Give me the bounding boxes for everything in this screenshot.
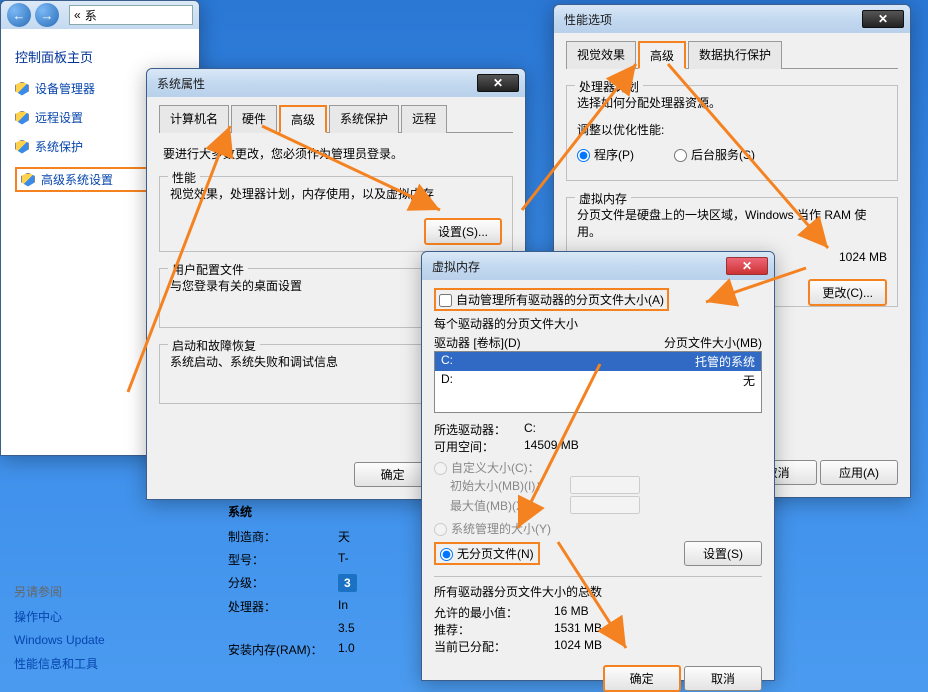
radio-background[interactable]: 后台服务(S)	[674, 146, 755, 163]
avail-label: 可用空间：	[434, 438, 524, 455]
tab-protection[interactable]: 系统保护	[329, 105, 399, 133]
breadcrumb-text: 系	[85, 7, 97, 24]
perfopt-title: 性能选项	[564, 11, 862, 28]
sysinfo-model: T-	[338, 551, 418, 568]
shield-icon	[21, 173, 35, 187]
perfopt-tabs: 视觉效果 高级 数据执行保护	[566, 41, 898, 69]
sysinfo-cpu-label: 处理器：	[228, 598, 338, 615]
sysinfo-ram: 1.0	[338, 641, 418, 658]
perf-desc: 视觉效果，处理器计划，内存使用，以及虚拟内存	[170, 185, 502, 202]
admin-note: 要进行大多数更改，您必须作为管理员登录。	[163, 145, 509, 162]
vmdlg-title: 虚拟内存	[432, 258, 726, 275]
tab-advanced[interactable]: 高级	[638, 41, 686, 69]
sysinfo-rating-label: 分级：	[228, 574, 338, 592]
radio-no-page-file[interactable]: 无分页文件(N)	[434, 542, 540, 565]
sysinfo-manufacturer-label: 制造商：	[228, 528, 338, 545]
radio-programs[interactable]: 程序(P)	[577, 146, 634, 163]
cp-seealso: 另请参阅 操作中心 Windows Update 性能信息和工具	[14, 583, 105, 680]
breadcrumb-bar[interactable]: « 系	[69, 5, 193, 25]
selected-drive-label: 所选驱动器：	[434, 421, 524, 438]
sysinfo-rating: 3	[338, 574, 357, 592]
seealso-action-center[interactable]: 操作中心	[14, 608, 105, 625]
totals-heading: 所有驱动器分页文件大小的总数	[434, 583, 762, 600]
virtual-memory-dialog: 虚拟内存 ✕ 自动管理所有驱动器的分页文件大小(A) 每个驱动器的分页文件大小 …	[421, 251, 775, 681]
shield-icon	[15, 111, 29, 125]
pagesize-column-label: 分页文件大小(MB)	[664, 334, 762, 351]
radio-custom-size[interactable]: 自定义大小(C)：	[434, 459, 762, 476]
init-size-input[interactable]	[570, 476, 640, 494]
back-button[interactable]: ←	[7, 3, 31, 27]
tab-remote[interactable]: 远程	[401, 105, 447, 133]
max-size-input[interactable]	[570, 496, 640, 514]
cp-heading: 控制面板主页	[15, 47, 185, 66]
avail-value: 14509 MB	[524, 438, 579, 455]
close-button[interactable]: ✕	[726, 257, 768, 275]
rec-value: 1531 MB	[554, 621, 602, 638]
vmdlg-cancel-button[interactable]: 取消	[684, 666, 762, 691]
tab-visual-effects[interactable]: 视觉效果	[566, 41, 636, 69]
perfopt-titlebar[interactable]: 性能选项 ✕	[554, 5, 910, 33]
vmem-total-value: 1024 MB	[839, 250, 887, 267]
seealso-perf-info[interactable]: 性能信息和工具	[14, 655, 105, 672]
sched-desc: 选择如何分配处理器资源。	[577, 94, 887, 111]
breadcrumb-chevron-icon: «	[74, 8, 81, 22]
close-button[interactable]: ✕	[862, 10, 904, 28]
sysinfo-heading: 系统	[228, 503, 418, 520]
vmem-change-button[interactable]: 更改(C)...	[808, 279, 887, 306]
sysinfo-model-label: 型号：	[228, 551, 338, 568]
tab-dep[interactable]: 数据执行保护	[688, 41, 782, 69]
system-info-panel: 系统 制造商：天 型号：T- 分级：3 处理器：In 3.5 安装内存(RAM)…	[228, 503, 418, 664]
perf-settings-button[interactable]: 设置(S)...	[424, 218, 502, 245]
sysinfo-ram-label: 安装内存(RAM)：	[228, 641, 338, 658]
sysinfo-manufacturer: 天	[338, 528, 418, 545]
sysprops-title: 系统属性	[157, 75, 477, 92]
vmem-title: 虚拟内存	[575, 190, 631, 207]
auto-manage-checkbox[interactable]: 自动管理所有驱动器的分页文件大小(A)	[434, 288, 669, 311]
each-drive-label: 每个驱动器的分页文件大小	[434, 315, 762, 332]
sysprops-ok-button[interactable]: 确定	[354, 462, 432, 487]
sysprops-titlebar[interactable]: 系统属性 ✕	[147, 69, 525, 97]
close-button[interactable]: ✕	[477, 74, 519, 92]
sysprops-tabs: 计算机名 硬件 高级 系统保护 远程	[159, 105, 513, 133]
cp-nav-bar: ← → « 系	[1, 1, 199, 29]
drive-row-d[interactable]: D:无	[435, 371, 761, 390]
min-value: 16 MB	[554, 604, 589, 621]
selected-drive: C:	[524, 421, 536, 438]
radio-system-managed[interactable]: 系统管理的大小(Y)	[434, 520, 762, 537]
perf-group-title: 性能	[168, 169, 200, 186]
shield-icon	[15, 82, 29, 96]
profile-group-title: 用户配置文件	[168, 261, 248, 278]
perfopt-apply-button[interactable]: 应用(A)	[820, 460, 898, 485]
tab-hardware[interactable]: 硬件	[231, 105, 277, 133]
set-button[interactable]: 设置(S)	[684, 541, 762, 566]
cur-value: 1024 MB	[554, 638, 602, 655]
seealso-windows-update[interactable]: Windows Update	[14, 633, 105, 647]
sysinfo-cpu2: 3.5	[338, 621, 418, 635]
tab-advanced[interactable]: 高级	[279, 105, 327, 133]
sched-title: 处理器计划	[575, 78, 643, 95]
forward-button[interactable]: →	[35, 3, 59, 27]
seealso-heading: 另请参阅	[14, 583, 105, 600]
drive-listbox[interactable]: C:托管的系统 D:无	[434, 351, 762, 413]
vmdlg-titlebar[interactable]: 虚拟内存 ✕	[422, 252, 774, 280]
rec-label: 推荐：	[434, 621, 554, 638]
drive-row-c[interactable]: C:托管的系统	[435, 352, 761, 371]
max-size-label: 最大值(MB)(X)：	[450, 497, 570, 514]
vmdlg-ok-button[interactable]: 确定	[603, 665, 681, 692]
min-label: 允许的最小值：	[434, 604, 554, 621]
vmem-desc: 分页文件是硬盘上的一块区域，Windows 当作 RAM 使用。	[577, 206, 887, 240]
sysinfo-cpu: In	[338, 598, 418, 615]
sched-adjust: 调整以优化性能:	[577, 121, 887, 138]
tab-computer-name[interactable]: 计算机名	[159, 105, 229, 133]
startup-group-title: 启动和故障恢复	[168, 337, 260, 354]
cur-label: 当前已分配：	[434, 638, 554, 655]
shield-icon	[15, 140, 29, 154]
drive-column-label: 驱动器 [卷标](D)	[434, 334, 664, 351]
init-size-label: 初始大小(MB)(I)：	[450, 477, 570, 494]
